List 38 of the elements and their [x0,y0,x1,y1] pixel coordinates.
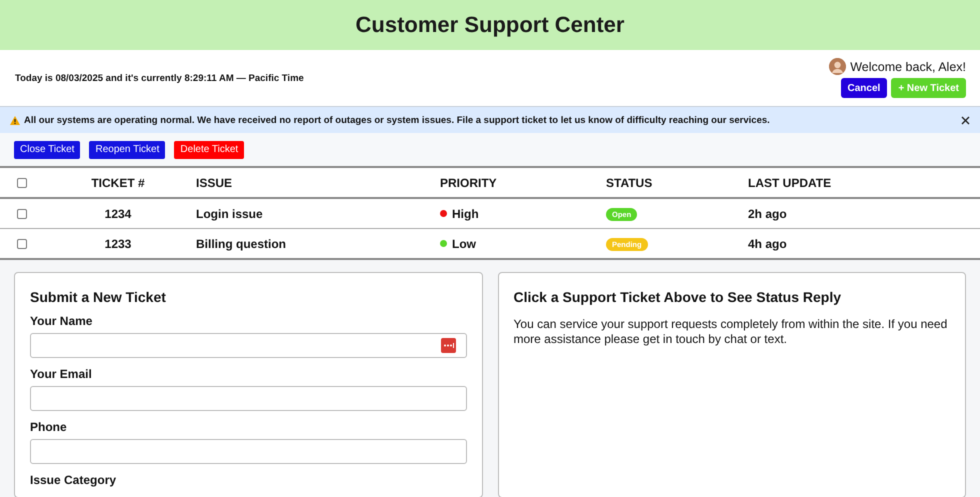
field-label: Your Name [30,314,94,328]
checkbox[interactable] [17,178,27,188]
checkbox[interactable] [17,209,27,220]
password-manager-icon[interactable] [440,338,456,353]
field-label: Issue Category [30,473,118,487]
input-field[interactable] [30,439,466,464]
panel-title: Click a Support Ticket Above to See Status Reply [514,289,842,305]
action-button[interactable]: Reopen Ticket [89,140,166,158]
delete-button[interactable]: Delete Ticket [174,140,244,158]
form-title: Submit a New Ticket [30,289,167,305]
warning-icon [10,116,20,124]
last-update-text: 2h ago [748,206,787,220]
issue-text: Login issue [196,206,263,220]
field-label: Your Email [30,367,93,381]
input-field[interactable] [30,333,466,358]
column-header: TICKET # [91,176,145,190]
ticket-number: 1233 [104,236,132,250]
column-header: PRIORITY [440,176,497,190]
page-title: Customer Support Center [356,12,624,38]
column-header: LAST UPDATE [748,176,832,190]
avatar-icon [829,58,846,75]
checkbox[interactable] [17,239,27,250]
field-label: Phone [30,420,68,434]
ticket-number: 1234 [104,206,132,220]
last-update-text: 4h ago [748,236,787,250]
priority-text: Low [452,236,476,251]
cancel-button[interactable]: Cancel [840,78,888,98]
issue-text: Billing question [196,236,286,250]
close-icon[interactable] [961,116,970,124]
column-header: ISSUE [196,176,232,190]
panel-text: You can service your support requests completely from within the site. If you need more assistance please get in touch by chat or text. [514,317,948,347]
date-time-text: Today is 08/03/2025 and it's currently 8:29:11 AM — Pacific Time [15,72,304,84]
welcome-text: Welcome back, Alex! [850,60,966,74]
priority-text: High [452,206,479,221]
column-header: STATUS [606,176,652,190]
action-button[interactable]: Close Ticket [14,140,80,158]
input-field[interactable] [30,386,466,411]
alert-message: All our systems are operating normal. We have received no report of outages or system issues. File a support ticket to let us know of difficulty reaching our services. [24,114,771,126]
